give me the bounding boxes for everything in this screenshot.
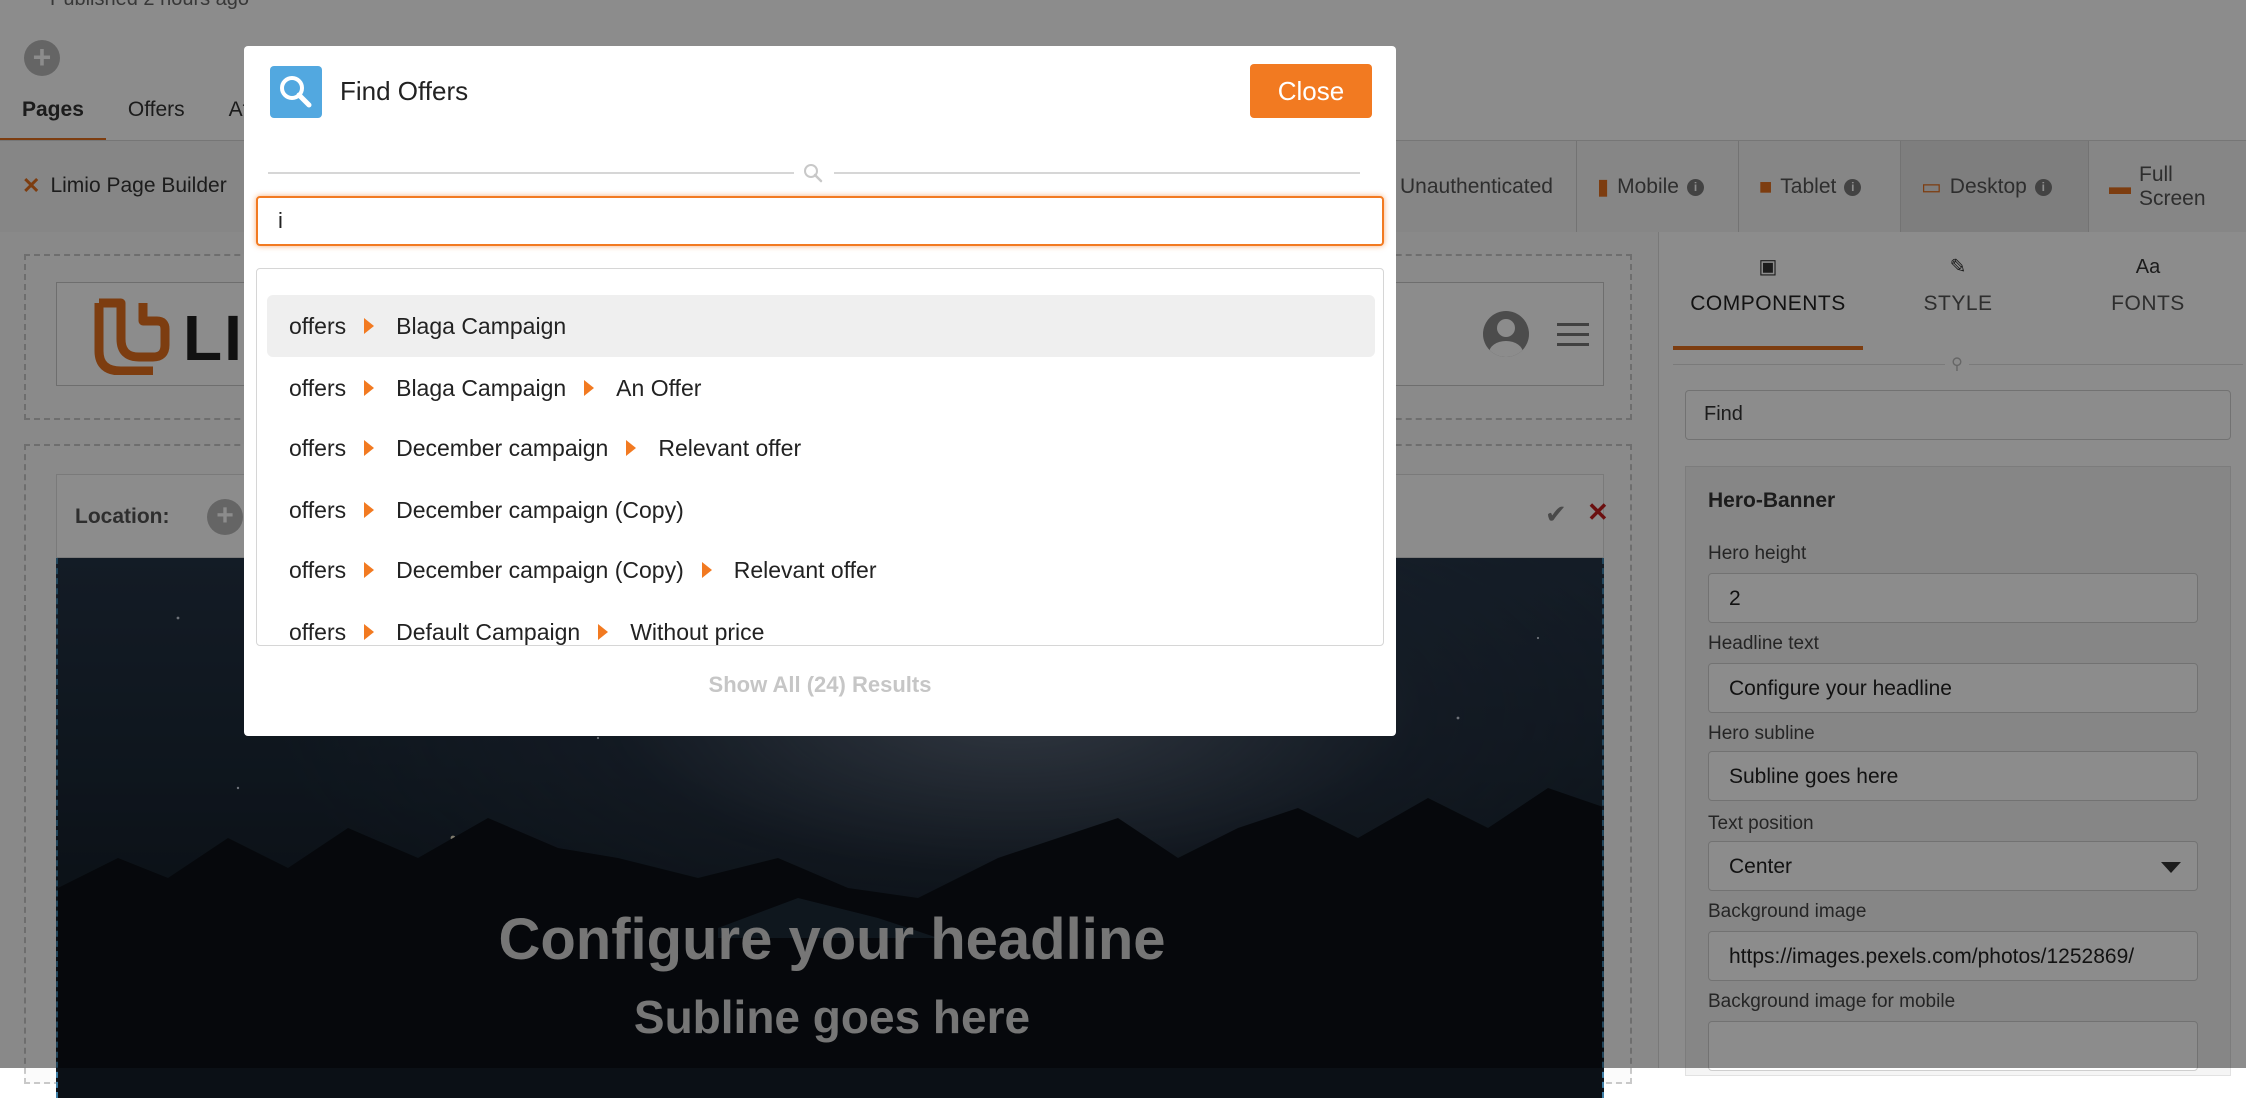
- offer-search-input[interactable]: i: [256, 196, 1384, 246]
- result-item[interactable]: offers December campaign (Copy): [267, 479, 1375, 541]
- result-offer: Relevant offer: [733, 556, 877, 583]
- search-results-list: offers Blaga Campaign offers Blaga Campa…: [256, 268, 1384, 646]
- result-campaign: Default Campaign: [396, 618, 581, 645]
- caret-right-icon: [584, 380, 595, 396]
- search-icon: [270, 66, 322, 118]
- divider-left: [268, 172, 794, 174]
- caret-right-icon: [364, 318, 375, 334]
- close-button[interactable]: Close: [1250, 64, 1372, 118]
- find-offers-modal: Find Offers Close i offers Blaga Campaig…: [244, 46, 1396, 736]
- caret-right-icon: [364, 440, 375, 456]
- result-item[interactable]: offers Blaga Campaign An Offer: [267, 357, 1375, 419]
- caret-right-icon: [701, 562, 712, 578]
- caret-right-icon: [598, 624, 609, 640]
- divider-right: [834, 172, 1360, 174]
- result-root: offers: [289, 434, 347, 461]
- result-item[interactable]: offers Default Campaign Without price: [267, 601, 1375, 645]
- result-offer: Relevant offer: [658, 434, 802, 461]
- result-root: offers: [289, 618, 347, 645]
- result-campaign: December campaign (Copy): [396, 556, 684, 583]
- result-campaign: December campaign (Copy): [396, 496, 684, 523]
- result-offer: An Offer: [616, 374, 702, 401]
- caret-right-icon: [364, 624, 375, 640]
- result-campaign: Blaga Campaign: [396, 374, 567, 401]
- result-item[interactable]: offers Blaga Campaign: [267, 295, 1375, 357]
- result-root: offers: [289, 556, 347, 583]
- result-campaign: Blaga Campaign: [396, 312, 567, 339]
- result-offer: Without price: [630, 618, 765, 645]
- result-item[interactable]: offers December campaign Relevant offer: [267, 417, 1375, 479]
- caret-right-icon: [626, 440, 637, 456]
- result-root: offers: [289, 374, 347, 401]
- result-campaign: December campaign: [396, 434, 609, 461]
- result-item[interactable]: offers December campaign (Copy) Relevant…: [267, 539, 1375, 601]
- result-root: offers: [289, 496, 347, 523]
- show-all-results-button[interactable]: Show All (24) Results: [244, 672, 1396, 698]
- caret-right-icon: [364, 380, 375, 396]
- app-root: Published 2 hours ago + Pages Offers Att…: [0, 0, 2246, 1098]
- caret-right-icon: [364, 502, 375, 518]
- modal-title: Find Offers: [340, 76, 469, 106]
- search-divider-icon: [804, 164, 823, 183]
- caret-right-icon: [364, 562, 375, 578]
- result-root: offers: [289, 312, 347, 339]
